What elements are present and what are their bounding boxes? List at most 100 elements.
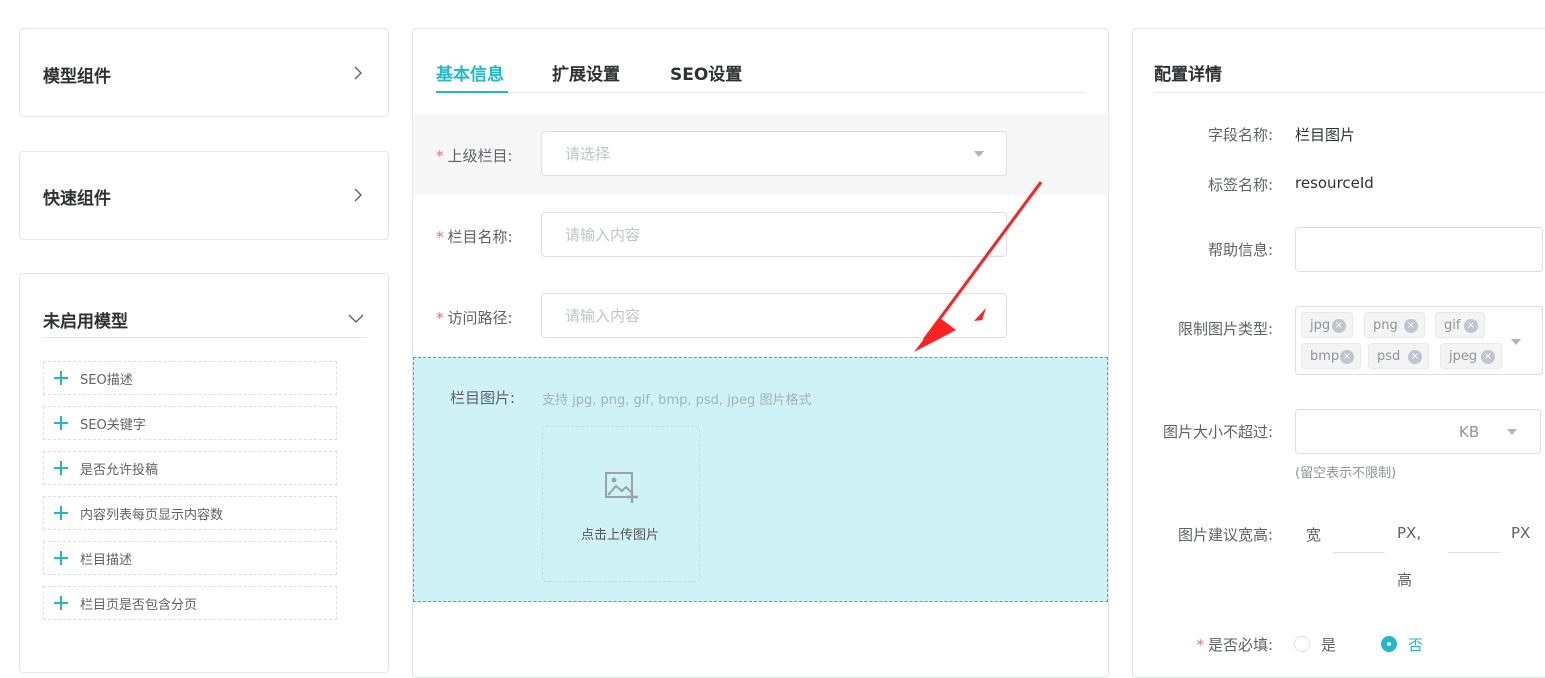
type-tag[interactable]: bmp × (1301, 343, 1361, 369)
image-add-icon (604, 469, 640, 509)
list-item-label: 栏目描述 (80, 552, 133, 568)
path-input-placeholder: 请输入内容 (565, 307, 641, 325)
tag-name-value: resourceId (1295, 174, 1374, 192)
close-icon[interactable]: × (1332, 319, 1346, 333)
plus-icon (54, 506, 68, 520)
annotation-cursor-mark (974, 308, 986, 321)
name-label-text: 栏目名称: (447, 228, 513, 246)
list-item[interactable]: 栏目页是否包含分页 (43, 586, 337, 620)
plus-icon (54, 416, 68, 430)
max-size-hint: (留空表示不限制) (1295, 466, 1397, 481)
name-label: * 栏目名称: (436, 226, 513, 247)
width-input[interactable] (1333, 515, 1385, 553)
caret-down-icon (1507, 429, 1517, 435)
help-info-input[interactable] (1295, 227, 1543, 272)
active-tab-indicator (436, 91, 508, 93)
max-size-label: 图片大小不超过: (1162, 423, 1273, 441)
disabled-models-card: 未启用模型 SEO描述 SEO关键字 是否允许投稿 内容列表每页显示内容数 栏目… (19, 273, 389, 673)
type-tag-label: jpeg (1449, 348, 1478, 364)
chevron-right-icon[interactable] (351, 188, 365, 202)
list-item[interactable]: SEO关键字 (43, 406, 337, 440)
close-icon[interactable]: × (1481, 350, 1495, 364)
limit-types-select[interactable]: jpg × png × gif × bmp × psd × jpeg × (1295, 306, 1543, 375)
type-tag[interactable]: gif × (1435, 312, 1485, 338)
required-yes-label[interactable]: 是 (1321, 634, 1336, 655)
type-tag-label: gif (1444, 317, 1461, 333)
height-unit: PX (1511, 524, 1531, 542)
image-format-hint: 支持 jpg, png, gif, bmp, psd, jpeg 图片格式 (542, 393, 812, 408)
divider (1154, 92, 1545, 93)
required-no-label[interactable]: 否 (1408, 634, 1423, 655)
chevron-right-icon[interactable] (351, 66, 365, 80)
plus-icon (54, 461, 68, 475)
caret-down-icon (974, 151, 984, 157)
list-item[interactable]: 内容列表每页显示内容数 (43, 496, 337, 530)
type-tag-label: psd (1377, 348, 1401, 364)
parent-label: * 上级栏目: (436, 145, 513, 166)
suggest-size-label: 图片建议宽高: (1177, 526, 1273, 544)
model-components-card[interactable]: 模型组件 (19, 28, 389, 117)
required-mark: * (1196, 636, 1204, 654)
list-item[interactable]: 栏目描述 (43, 541, 337, 575)
tab-seo-settings[interactable]: SEO设置 (670, 60, 742, 85)
quick-components-title: 快速组件 (43, 189, 111, 209)
name-input-placeholder: 请输入内容 (565, 226, 641, 244)
height-label: 高 (1397, 571, 1413, 589)
plus-icon (54, 596, 68, 610)
required-mark: * (436, 147, 444, 165)
required-no-radio[interactable] (1381, 636, 1397, 652)
type-tag[interactable]: jpeg × (1440, 343, 1502, 369)
max-size-unit: KB (1459, 423, 1480, 441)
list-item-label: 栏目页是否包含分页 (80, 597, 198, 613)
close-icon[interactable]: × (1340, 350, 1354, 364)
help-info-label: 帮助信息: (1207, 241, 1273, 259)
list-item-label: 是否允许投稿 (80, 462, 159, 478)
parent-label-text: 上级栏目: (447, 147, 513, 165)
required-mark: * (436, 309, 444, 327)
required-label-text: 是否必填: (1207, 636, 1273, 654)
required-mark: * (436, 228, 444, 246)
list-item[interactable]: SEO描述 (43, 361, 337, 395)
model-components-title: 模型组件 (43, 67, 111, 87)
upload-text: 点击上传图片 (581, 528, 660, 543)
plus-icon (54, 371, 68, 385)
path-label: * 访问路径: (436, 307, 513, 328)
height-input[interactable] (1448, 515, 1500, 553)
type-tag[interactable]: psd × (1368, 343, 1429, 369)
close-icon[interactable]: × (1464, 319, 1478, 333)
width-unit: PX, (1397, 524, 1422, 542)
list-item[interactable]: 是否允许投稿 (43, 451, 337, 485)
max-size-select[interactable]: KB (1295, 409, 1541, 454)
type-tag-label: jpg (1310, 317, 1331, 333)
chevron-down-icon[interactable] (348, 311, 364, 325)
tag-name-label: 标签名称: (1207, 176, 1273, 194)
divider (43, 337, 367, 338)
caret-down-icon (1511, 339, 1521, 345)
list-item-label: 内容列表每页显示内容数 (80, 507, 224, 523)
type-tag[interactable]: png × (1364, 312, 1425, 338)
tab-basic-info[interactable]: 基本信息 (436, 60, 504, 85)
image-label: 栏目图片: (450, 389, 516, 407)
close-icon[interactable]: × (1404, 319, 1418, 333)
type-tag[interactable]: jpg × (1301, 312, 1353, 338)
quick-components-card[interactable]: 快速组件 (19, 151, 389, 240)
plus-icon (54, 551, 68, 565)
limit-types-label: 限制图片类型: (1177, 320, 1273, 338)
disabled-models-title: 未启用模型 (43, 312, 128, 332)
config-details-title: 配置详情 (1154, 65, 1222, 85)
list-item-label: SEO关键字 (80, 417, 146, 433)
image-upload-box[interactable]: 点击上传图片 (542, 426, 700, 582)
required-yes-radio[interactable] (1294, 636, 1310, 652)
type-tag-label: bmp (1310, 348, 1340, 364)
list-item-label: SEO描述 (80, 372, 133, 388)
close-icon[interactable]: × (1408, 350, 1422, 364)
parent-select-placeholder: 请选择 (565, 145, 611, 163)
tabs-underline (436, 92, 1085, 93)
field-name-label: 字段名称: (1207, 126, 1273, 144)
tab-extended-settings[interactable]: 扩展设置 (552, 60, 620, 85)
width-label: 宽 (1306, 526, 1322, 544)
required-label: * 是否必填: (1133, 634, 1273, 655)
field-name-value: 栏目图片 (1295, 126, 1356, 144)
path-label-text: 访问路径: (447, 309, 513, 327)
annotation-arrow (914, 181, 1043, 352)
